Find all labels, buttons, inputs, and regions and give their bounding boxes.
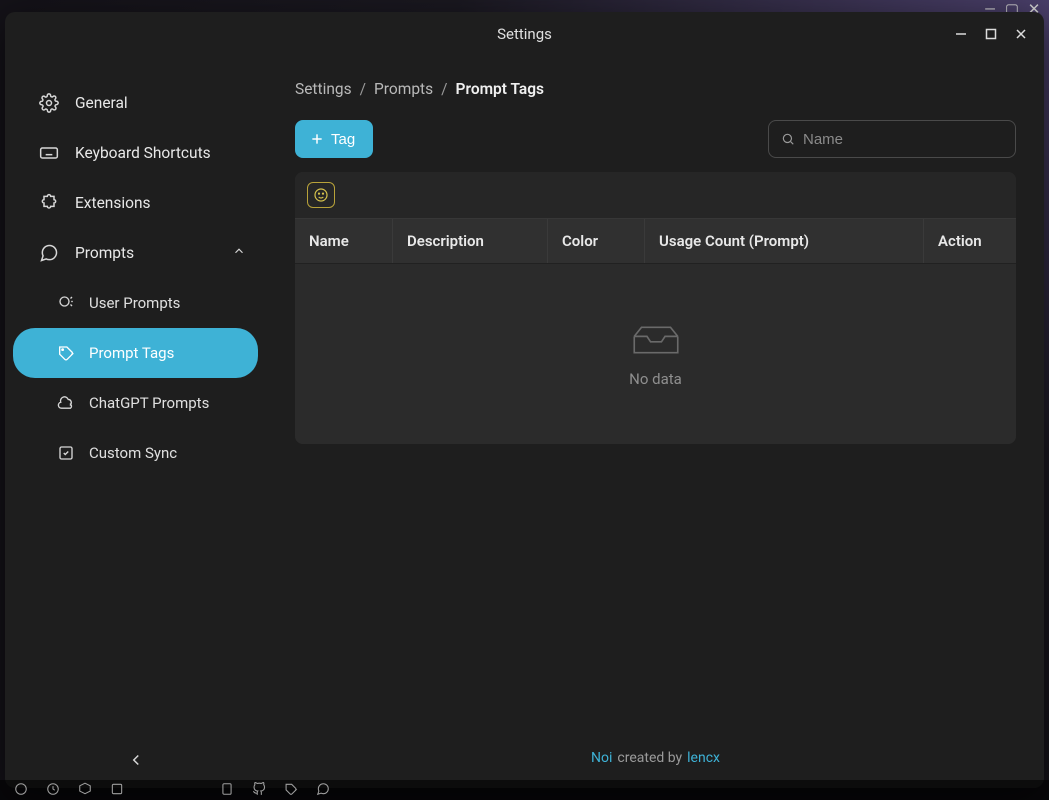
sidebar-item-prompts[interactable]: Prompts bbox=[5, 228, 266, 278]
taskbar-icon[interactable] bbox=[316, 781, 330, 800]
table-header-row: Name Description Color Usage Count (Prom… bbox=[295, 218, 1016, 264]
inbox-icon bbox=[627, 320, 685, 360]
column-header-color[interactable]: Color bbox=[548, 219, 645, 263]
empty-state: No data bbox=[295, 264, 1016, 444]
sidebar-sub-chatgpt-prompts[interactable]: ChatGPT Prompts bbox=[13, 378, 258, 428]
sidebar-item-general[interactable]: General bbox=[5, 78, 266, 128]
minimize-icon bbox=[954, 27, 968, 41]
empty-text: No data bbox=[629, 370, 682, 388]
breadcrumb: Settings / Prompts / Prompt Tags bbox=[295, 80, 1016, 98]
search-input-wrapper[interactable] bbox=[768, 120, 1016, 158]
sync-icon bbox=[57, 444, 75, 462]
sidebar-item-label: Extensions bbox=[75, 194, 151, 212]
taskbar-icon[interactable] bbox=[220, 781, 234, 800]
column-header-action: Action bbox=[924, 219, 1016, 263]
titlebar: Settings bbox=[5, 12, 1044, 56]
taskbar-icon[interactable] bbox=[284, 781, 298, 800]
taskbar-icon[interactable] bbox=[252, 781, 266, 800]
column-header-name[interactable]: Name bbox=[295, 219, 393, 263]
puzzle-icon bbox=[39, 193, 59, 213]
column-header-usage[interactable]: Usage Count (Prompt) bbox=[645, 219, 924, 263]
emoji-filter-button[interactable] bbox=[307, 182, 335, 208]
close-icon bbox=[1014, 27, 1028, 41]
sidebar-item-label: User Prompts bbox=[89, 294, 180, 312]
chevron-left-icon bbox=[127, 751, 145, 769]
chevron-up-icon bbox=[232, 244, 246, 262]
minimize-button[interactable] bbox=[946, 19, 976, 49]
breadcrumb-separator: / bbox=[360, 80, 366, 98]
search-icon bbox=[781, 132, 795, 146]
maximize-icon bbox=[984, 27, 998, 41]
add-tag-label: Tag bbox=[331, 131, 355, 148]
breadcrumb-current: Prompt Tags bbox=[456, 80, 545, 98]
footer: Noi created by lencx bbox=[295, 742, 1016, 776]
taskbar-icon[interactable] bbox=[46, 781, 60, 800]
footer-app-link[interactable]: Noi bbox=[591, 750, 612, 766]
sidebar-item-label: Prompts bbox=[75, 244, 134, 262]
taskbar-icon[interactable] bbox=[78, 781, 92, 800]
sidebar-item-label: Custom Sync bbox=[89, 444, 177, 462]
keyboard-icon bbox=[39, 143, 59, 163]
table-toolbar bbox=[295, 172, 1016, 218]
sidebar-sub-user-prompts[interactable]: User Prompts bbox=[13, 278, 258, 328]
tags-table: Name Description Color Usage Count (Prom… bbox=[295, 172, 1016, 444]
plus-icon bbox=[309, 131, 325, 147]
taskbar-icon[interactable] bbox=[110, 781, 124, 800]
sidebar-item-extensions[interactable]: Extensions bbox=[5, 178, 266, 228]
maximize-button[interactable] bbox=[976, 19, 1006, 49]
breadcrumb-prompts[interactable]: Prompts bbox=[374, 80, 433, 98]
footer-by-text: created by bbox=[617, 750, 682, 766]
sidebar-item-label: ChatGPT Prompts bbox=[89, 394, 209, 412]
os-taskbar bbox=[0, 780, 1049, 800]
breadcrumb-settings[interactable]: Settings bbox=[295, 80, 352, 98]
window-title: Settings bbox=[497, 25, 552, 43]
sidebar-item-shortcuts[interactable]: Keyboard Shortcuts bbox=[5, 128, 266, 178]
sidebar-item-label: General bbox=[75, 94, 128, 112]
close-button[interactable] bbox=[1006, 19, 1036, 49]
smiley-icon bbox=[313, 187, 329, 203]
add-tag-button[interactable]: Tag bbox=[295, 120, 373, 158]
main-content: Settings / Prompts / Prompt Tags Tag bbox=[267, 56, 1044, 788]
settings-window: Settings General bbox=[5, 12, 1044, 788]
search-input[interactable] bbox=[803, 131, 1003, 148]
sidebar-item-label: Keyboard Shortcuts bbox=[75, 144, 211, 162]
cloud-icon bbox=[57, 394, 75, 412]
column-header-description[interactable]: Description bbox=[393, 219, 548, 263]
sidebar-sub-prompt-tags[interactable]: Prompt Tags bbox=[13, 328, 258, 378]
chat-icon bbox=[39, 243, 59, 263]
gear-icon bbox=[39, 93, 59, 113]
tag-icon bbox=[57, 344, 75, 362]
lightbulb-icon bbox=[57, 294, 75, 312]
taskbar-icon[interactable] bbox=[14, 781, 28, 800]
breadcrumb-separator: / bbox=[441, 80, 447, 98]
sidebar-sub-custom-sync[interactable]: Custom Sync bbox=[13, 428, 258, 478]
sidebar: General Keyboard Shortcuts Extensions Pr… bbox=[5, 56, 267, 788]
sidebar-item-label: Prompt Tags bbox=[89, 344, 174, 362]
footer-author-link[interactable]: lencx bbox=[687, 750, 720, 766]
